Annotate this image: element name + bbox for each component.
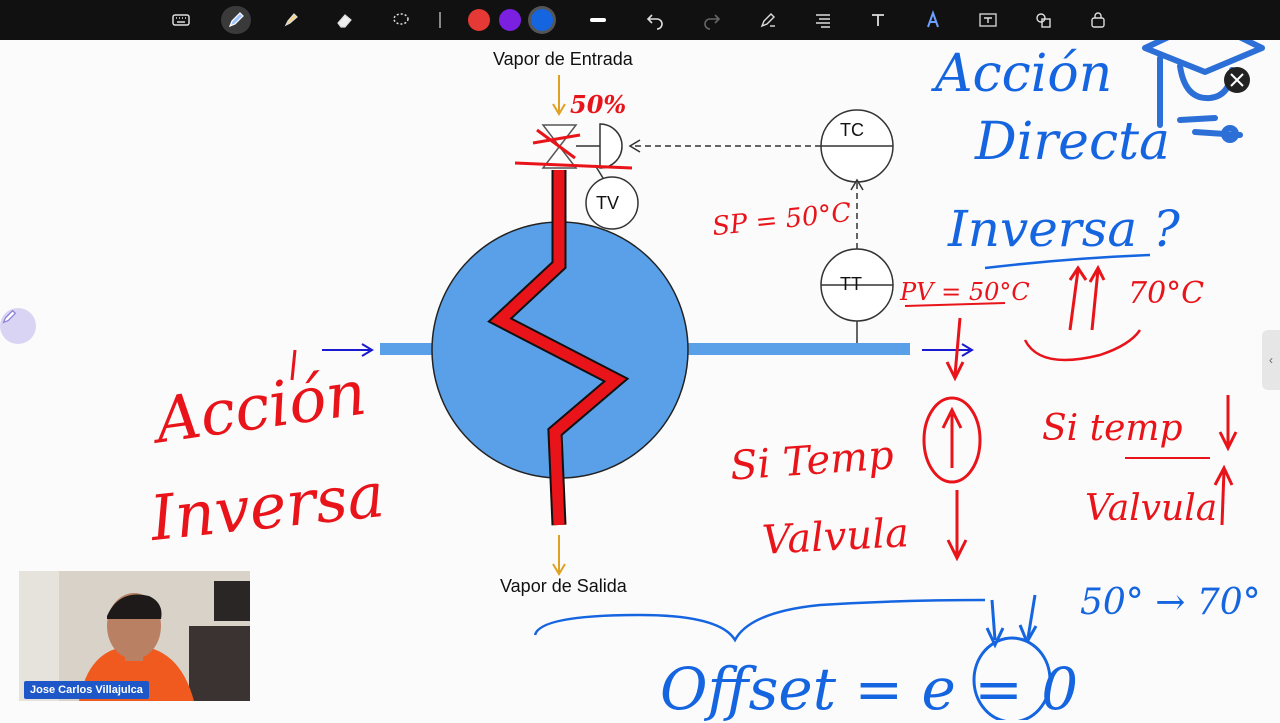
offset-equation: Offset = e = 0 bbox=[660, 655, 1079, 723]
valvula-note-2: Valvula bbox=[1085, 488, 1218, 529]
shape-fill-icon[interactable] bbox=[918, 6, 948, 34]
notes-toolbar bbox=[0, 0, 1280, 40]
valve-percent-note: 50% bbox=[570, 90, 627, 119]
accion-directa-title-1: Acción bbox=[935, 44, 1113, 104]
valvula-note-1: Valvula bbox=[760, 510, 910, 564]
valve-actuator bbox=[576, 123, 623, 169]
inlet-label: Vapor de Entrada bbox=[493, 49, 633, 69]
shapes-icon[interactable] bbox=[1028, 6, 1058, 34]
stroke-width-icon[interactable] bbox=[583, 6, 613, 34]
tv-label: TV bbox=[596, 193, 620, 213]
floating-pen-tool[interactable] bbox=[0, 308, 36, 344]
text-align-icon[interactable] bbox=[808, 6, 838, 34]
steam-outlet-arrow bbox=[552, 535, 566, 576]
inlet-pipe bbox=[380, 343, 435, 355]
eraser-icon[interactable] bbox=[330, 6, 360, 34]
text-tool-icon[interactable] bbox=[863, 6, 893, 34]
tt-label: TT bbox=[840, 274, 862, 294]
outlet-pipe bbox=[685, 343, 910, 355]
chevron-left-icon: ‹ bbox=[1269, 353, 1273, 367]
participant-name-tag: Jose Carlos Villajulca bbox=[24, 681, 149, 699]
color-blue[interactable] bbox=[531, 9, 553, 31]
pen-icon[interactable] bbox=[221, 6, 251, 34]
accion-directa-title-2: Directa bbox=[975, 112, 1170, 172]
temp-range-note: 50° → 70° bbox=[1080, 582, 1261, 623]
outlet-label: Vapor de Salida bbox=[500, 576, 627, 596]
side-panel-handle[interactable]: ‹ bbox=[1262, 330, 1280, 390]
highlighter-icon[interactable] bbox=[276, 6, 306, 34]
pen-settings-icon[interactable] bbox=[753, 6, 783, 34]
temp-rise-arrows bbox=[1068, 264, 1106, 331]
text-box-icon[interactable] bbox=[973, 6, 1003, 34]
lock-icon[interactable] bbox=[1083, 6, 1113, 34]
inversa-question: Inversa ? bbox=[948, 200, 1180, 258]
inlet-flow-arrow bbox=[322, 343, 374, 357]
steam-inlet-arrow bbox=[552, 75, 566, 116]
brace-annotation bbox=[533, 598, 986, 643]
temp-70-note: 70°C bbox=[1128, 276, 1205, 311]
si-temp-note-2: Si temp bbox=[1042, 408, 1183, 449]
toolbar-divider bbox=[439, 12, 441, 28]
undo-icon[interactable] bbox=[640, 6, 670, 34]
lasso-icon[interactable] bbox=[386, 6, 416, 34]
color-red[interactable] bbox=[468, 9, 490, 31]
pen-icon bbox=[2, 309, 17, 324]
pv-down-arrow bbox=[945, 317, 965, 382]
color-purple[interactable] bbox=[499, 9, 521, 31]
process-value-note: PV = 50°C bbox=[900, 278, 1030, 306]
keyboard-icon[interactable] bbox=[166, 6, 196, 34]
tc-label: TC bbox=[840, 120, 864, 140]
redo-icon[interactable] bbox=[697, 6, 727, 34]
outlet-flow-arrow bbox=[922, 343, 974, 357]
